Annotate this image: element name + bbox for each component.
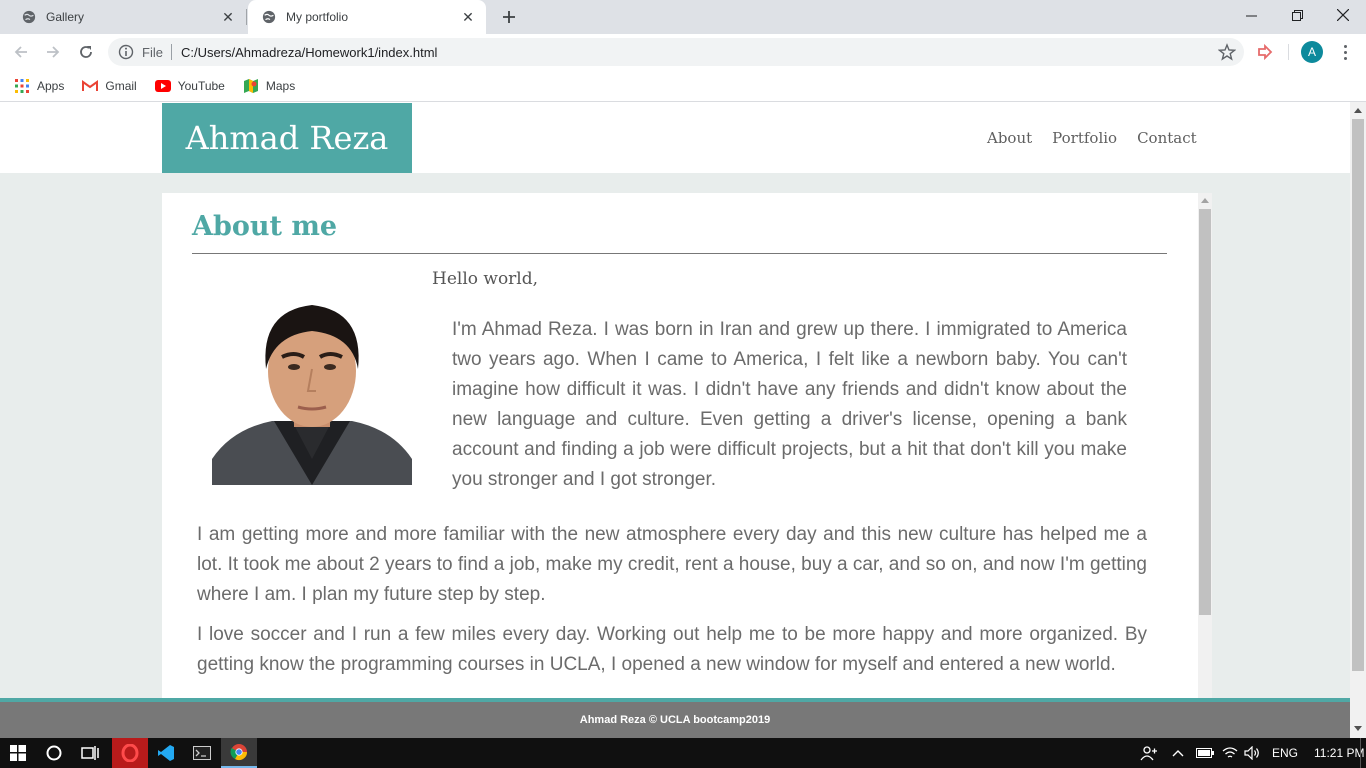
footer-text: Ahmad Reza © UCLA bootcamp2019 bbox=[579, 714, 771, 726]
close-icon[interactable]: ✕ bbox=[220, 9, 236, 25]
toolbar-separator bbox=[1288, 44, 1289, 60]
vscode-icon bbox=[158, 745, 174, 761]
system-tray: ENG 11:21 PM bbox=[1140, 738, 1365, 768]
url-text[interactable]: C:/Users/Ahmadreza/Homework1/index.html bbox=[181, 45, 1218, 60]
page-scrollbar[interactable] bbox=[1350, 102, 1366, 738]
scrollbar-thumb[interactable] bbox=[1352, 119, 1364, 671]
window-close-button[interactable] bbox=[1320, 0, 1366, 30]
bookmark-label: Gmail bbox=[105, 78, 137, 93]
apps-grid-icon bbox=[14, 78, 30, 94]
gmail-icon bbox=[82, 78, 99, 94]
profile-photo bbox=[212, 299, 412, 485]
show-desktop-button[interactable] bbox=[1360, 738, 1361, 768]
tab-separator bbox=[246, 9, 247, 25]
info-icon[interactable] bbox=[118, 44, 134, 60]
nav-link-portfolio[interactable]: Portfolio bbox=[1052, 129, 1117, 147]
reload-icon bbox=[80, 46, 92, 58]
maps-icon bbox=[243, 78, 259, 94]
taskbar-app-chrome[interactable] bbox=[221, 738, 257, 768]
reload-button[interactable] bbox=[73, 39, 99, 65]
bookmark-label: Apps bbox=[37, 78, 65, 93]
section-divider bbox=[192, 253, 1167, 254]
tab-strip: Gallery ✕ My portfolio ✕ bbox=[0, 0, 1366, 34]
about-paragraph-1: I'm Ahmad Reza. I was born in Iran and g… bbox=[452, 319, 1127, 490]
cortana-circle-icon bbox=[46, 745, 62, 761]
search-button[interactable] bbox=[36, 738, 72, 768]
chevron-up-icon[interactable] bbox=[1172, 749, 1184, 757]
scheme-label: File bbox=[142, 44, 163, 60]
wifi-icon[interactable] bbox=[1222, 746, 1238, 760]
task-view-icon bbox=[81, 746, 99, 760]
bookmark-maps[interactable]: Maps bbox=[243, 78, 295, 94]
star-icon[interactable] bbox=[1218, 43, 1236, 61]
people-icon[interactable] bbox=[1140, 745, 1158, 761]
chrome-icon bbox=[230, 744, 248, 761]
back-button[interactable] bbox=[8, 39, 34, 65]
browser-toolbar: File C:/Users/Ahmadreza/Homework1/index.… bbox=[0, 34, 1366, 70]
globe-icon bbox=[22, 10, 36, 24]
nav-link-contact[interactable]: Contact bbox=[1137, 129, 1197, 147]
task-view-button[interactable] bbox=[72, 738, 108, 768]
page-viewport: Ahmad Reza About Portfolio Contact About… bbox=[0, 102, 1350, 738]
arrow-right-icon bbox=[47, 46, 60, 58]
profile-avatar[interactable]: A bbox=[1301, 41, 1323, 63]
about-paragraph-2: I am getting more and more familiar with… bbox=[197, 524, 1147, 605]
site-header: Ahmad Reza About Portfolio Contact bbox=[0, 102, 1350, 173]
minimize-icon bbox=[1245, 15, 1257, 16]
taskbar-app-terminal[interactable] bbox=[184, 738, 220, 768]
close-icon[interactable]: ✕ bbox=[460, 9, 476, 25]
tab-gallery[interactable]: Gallery ✕ bbox=[8, 0, 246, 34]
section-title: About me bbox=[192, 211, 338, 242]
minimize-button[interactable] bbox=[1228, 0, 1274, 30]
scroll-up-arrow-icon[interactable] bbox=[1354, 108, 1362, 113]
tab-title: Gallery bbox=[46, 10, 85, 24]
bookmark-apps[interactable]: Apps bbox=[14, 78, 64, 94]
site-footer: Ahmad Reza © UCLA bootcamp2019 bbox=[0, 698, 1350, 738]
scroll-down-arrow-icon[interactable] bbox=[1354, 726, 1362, 731]
start-button[interactable] bbox=[0, 738, 36, 768]
content-scrollbar[interactable] bbox=[1198, 193, 1212, 738]
taskbar: ENG 11:21 PM bbox=[0, 738, 1366, 768]
bookmark-gmail[interactable]: Gmail bbox=[82, 78, 137, 94]
address-bar[interactable]: File C:/Users/Ahmadreza/Homework1/index.… bbox=[108, 38, 1244, 66]
terminal-icon bbox=[193, 746, 211, 760]
arrow-left-icon bbox=[14, 46, 27, 58]
extension-icon[interactable] bbox=[1256, 43, 1274, 61]
opera-icon bbox=[121, 744, 139, 762]
battery-icon[interactable] bbox=[1196, 747, 1214, 759]
clock[interactable]: 11:21 PM bbox=[1314, 746, 1364, 760]
site-brand[interactable]: Ahmad Reza bbox=[162, 103, 412, 173]
new-tab-button[interactable] bbox=[498, 6, 520, 28]
volume-icon[interactable] bbox=[1244, 746, 1260, 760]
scrollbar-thumb[interactable] bbox=[1199, 209, 1211, 615]
bookmarks-bar: Apps Gmail YouTube Maps bbox=[0, 70, 1366, 102]
youtube-icon bbox=[154, 78, 171, 94]
windows-logo-icon bbox=[10, 745, 26, 761]
address-divider bbox=[170, 44, 172, 60]
language-indicator[interactable]: ENG bbox=[1272, 746, 1298, 760]
bookmark-label: YouTube bbox=[177, 78, 225, 93]
bookmark-youtube[interactable]: YouTube bbox=[154, 78, 225, 94]
about-paragraph-3: I love soccer and I run a few miles ever… bbox=[197, 624, 1147, 675]
taskbar-app-opera[interactable] bbox=[112, 738, 148, 768]
about-section: About me Hello world, I'm Ahmad Reza. I … bbox=[162, 193, 1212, 738]
tab-title: My portfolio bbox=[286, 10, 349, 24]
tab-my-portfolio[interactable]: My portfolio ✕ bbox=[248, 0, 486, 34]
bookmark-label: Maps bbox=[265, 78, 296, 93]
restore-icon bbox=[1291, 9, 1303, 21]
close-icon bbox=[1337, 9, 1349, 21]
plus-icon bbox=[503, 11, 515, 23]
site-nav: About Portfolio Contact bbox=[987, 129, 1197, 147]
greeting-text: Hello world, bbox=[432, 269, 539, 289]
taskbar-app-vscode[interactable] bbox=[148, 738, 184, 768]
nav-link-about[interactable]: About bbox=[987, 129, 1032, 147]
globe-icon bbox=[262, 10, 276, 24]
forward-button[interactable] bbox=[40, 39, 66, 65]
restore-button[interactable] bbox=[1274, 0, 1320, 30]
menu-kebab-icon[interactable] bbox=[1336, 42, 1354, 62]
scroll-up-arrow-icon[interactable] bbox=[1201, 198, 1209, 203]
